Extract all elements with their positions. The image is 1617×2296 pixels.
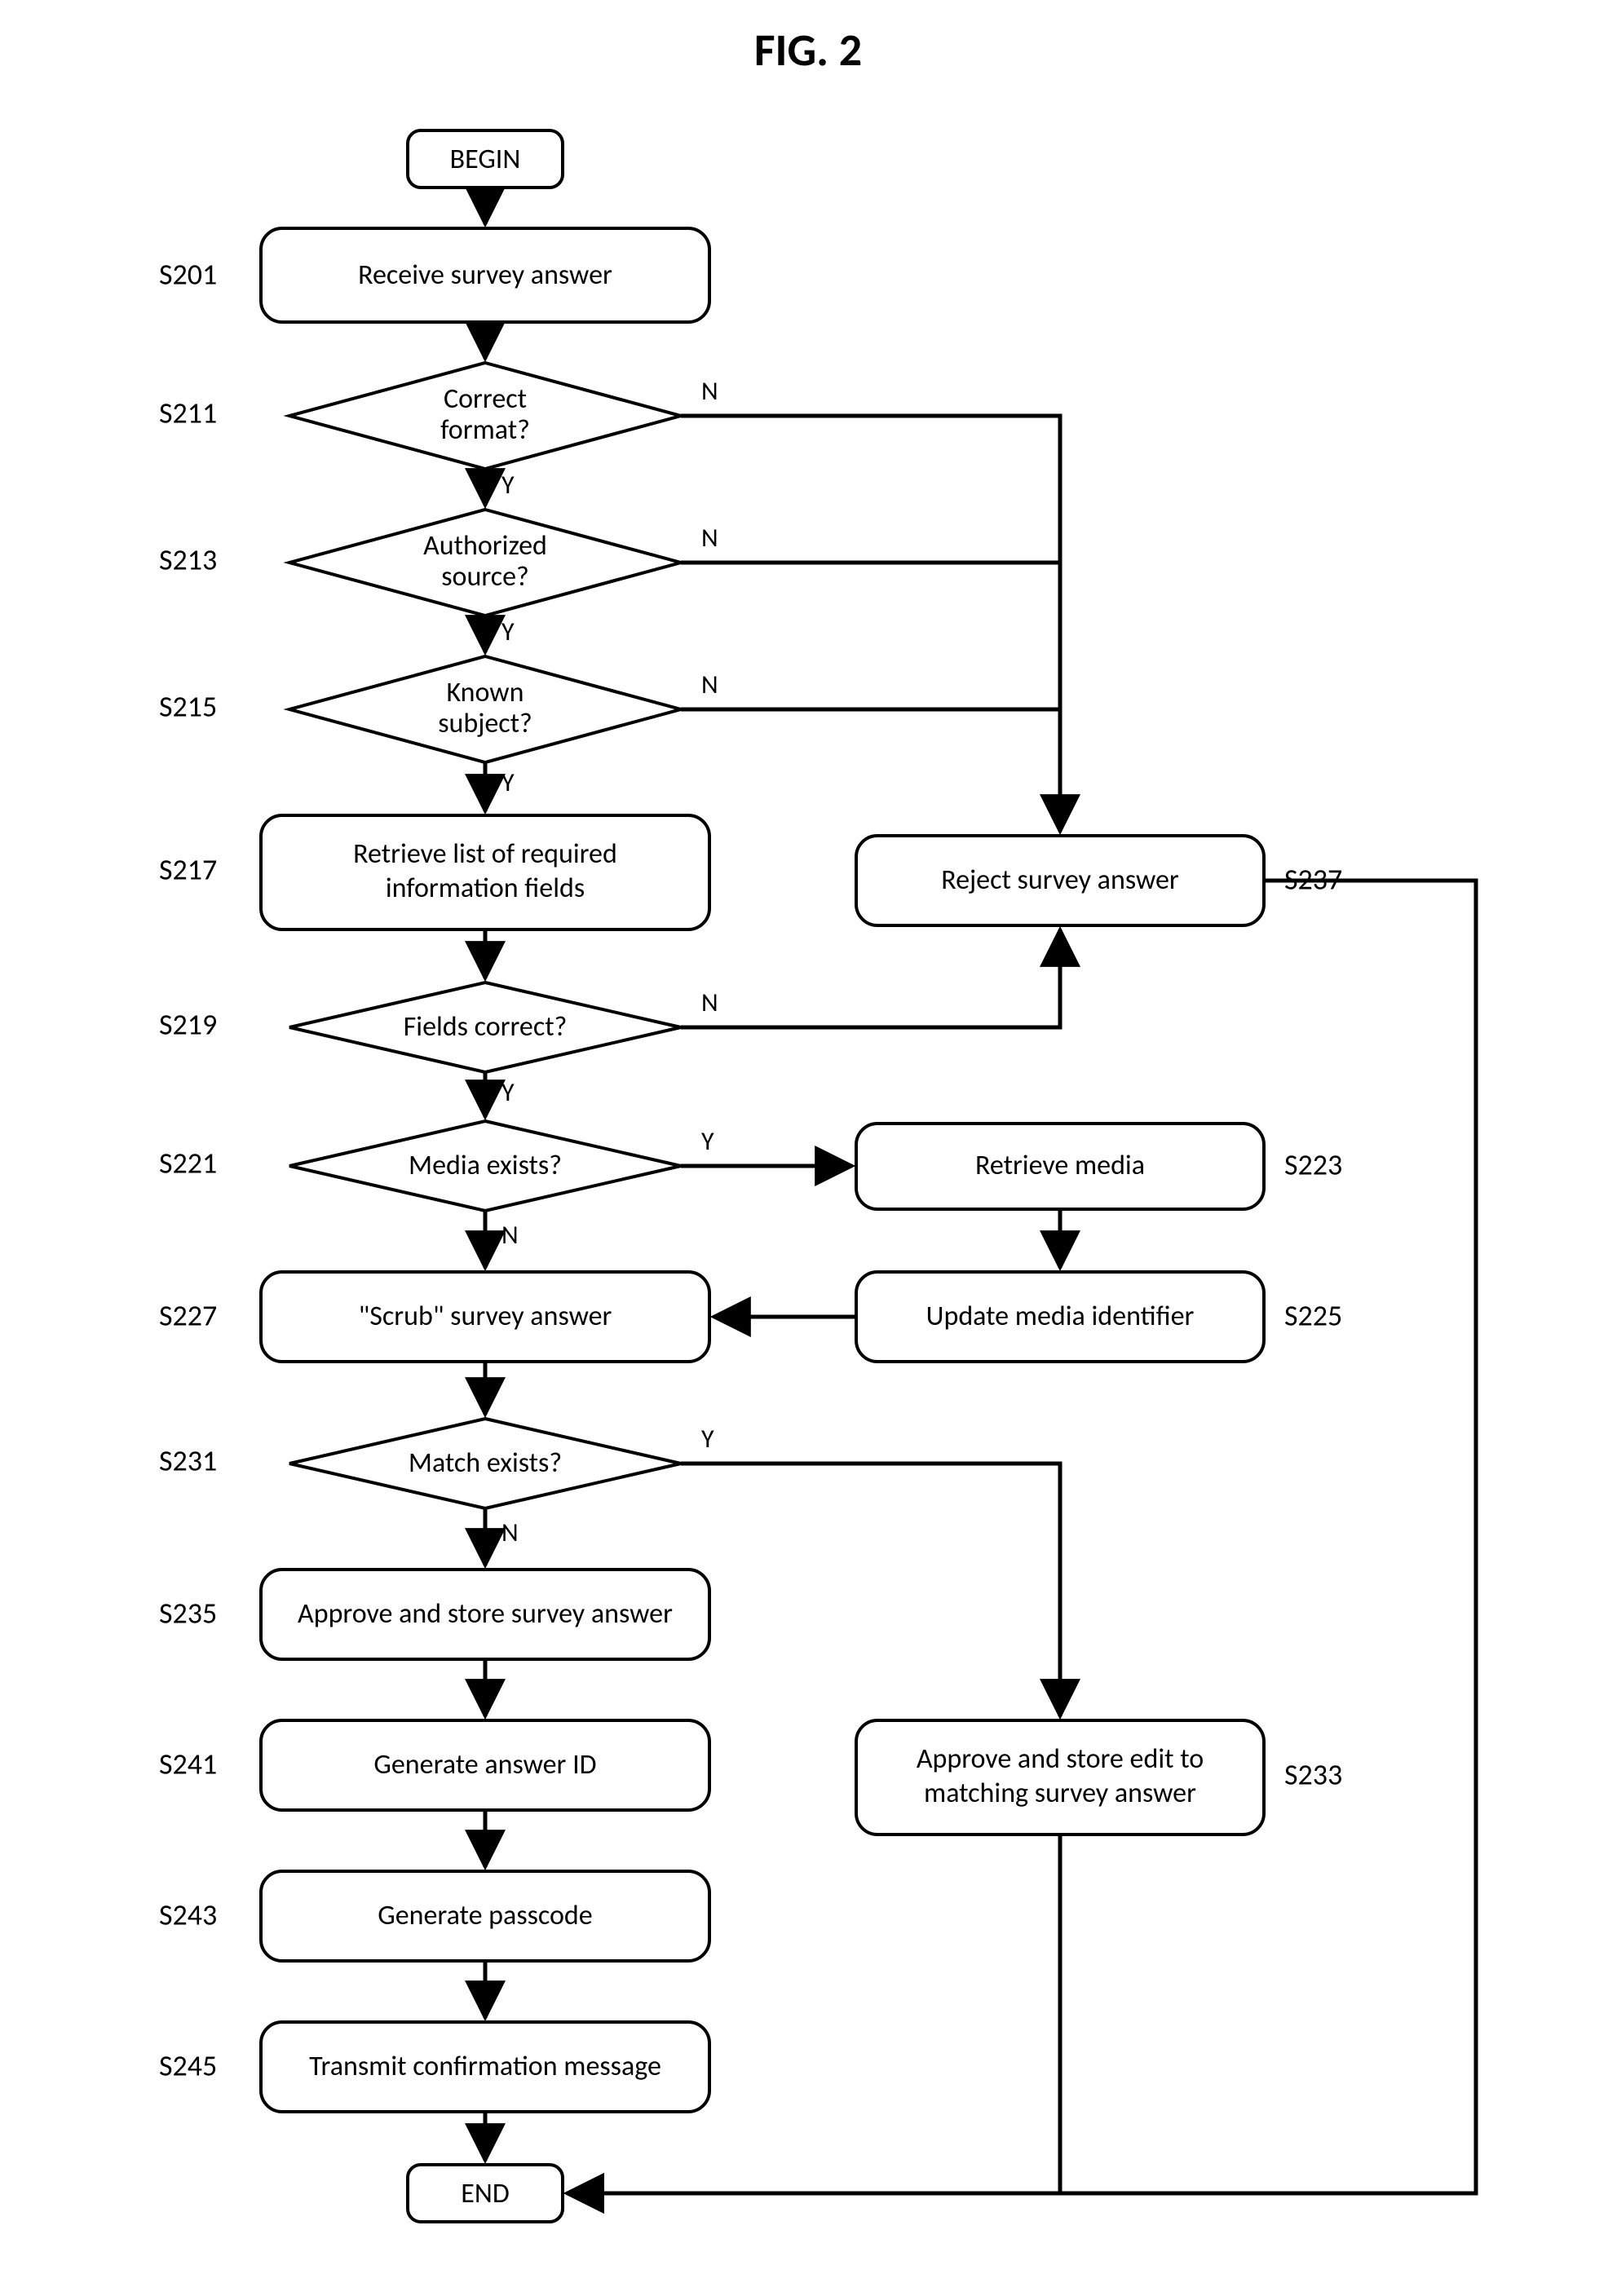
edge-s237-end (567, 881, 1476, 2193)
label-n: N (701, 375, 718, 407)
code-s235: S235 (159, 1596, 217, 1631)
edge-s231-s233 (681, 1464, 1060, 1716)
label-y: Y (501, 469, 515, 501)
node-s223: Retrieve media (856, 1124, 1264, 1209)
node-s215: Known subject? (289, 656, 681, 762)
node-s225: Update media identifier (856, 1272, 1264, 1362)
code-s219: S219 (159, 1007, 217, 1043)
label-n: N (701, 669, 718, 700)
node-s201: Receive survey answer (261, 228, 709, 322)
code-s231: S231 (159, 1443, 217, 1479)
node-s243: Generate passcode (261, 1871, 709, 1961)
svg-text:Authorized: Authorized (423, 529, 547, 563)
node-begin: BEGIN (408, 130, 563, 188)
edge-s211-s237 (681, 416, 1060, 832)
flowchart: FIG. 2 BEGIN Receive survey answer S201 … (0, 0, 1617, 2296)
node-end: END (408, 2165, 563, 2222)
node-s237: Reject survey answer (856, 836, 1264, 925)
label-y: Y (501, 766, 515, 798)
svg-text:Approve and store edit to: Approve and store edit to (917, 1742, 1204, 1776)
svg-text:Update media identifier: Update media identifier (926, 1300, 1195, 1333)
svg-text:BEGIN: BEGIN (450, 143, 521, 176)
node-s231: Match exists? (289, 1419, 681, 1508)
label-y: Y (701, 1125, 714, 1157)
svg-text:Generate passcode: Generate passcode (378, 1899, 592, 1932)
code-s213: S213 (159, 542, 217, 578)
code-s201: S201 (159, 257, 217, 293)
node-s235: Approve and store survey answer (261, 1570, 709, 1659)
label-n: N (701, 987, 718, 1018)
code-s223: S223 (1284, 1147, 1342, 1183)
label-n: N (501, 1219, 519, 1251)
node-s211: Correct format? (289, 363, 681, 469)
svg-text:END: END (461, 2177, 509, 2210)
svg-text:information fields: information fields (386, 872, 585, 905)
figure-title: FIG. 2 (754, 23, 862, 78)
node-s227: "Scrub" survey answer (261, 1272, 709, 1362)
svg-text:Fields correct?: Fields correct? (404, 1010, 568, 1044)
label-y: Y (501, 1076, 515, 1108)
node-s219: Fields correct? (289, 982, 681, 1072)
svg-text:subject?: subject? (438, 707, 532, 740)
svg-text:"Scrub" survey answer: "Scrub" survey answer (359, 1300, 612, 1333)
code-s227: S227 (159, 1298, 217, 1334)
code-s215: S215 (159, 689, 217, 725)
svg-text:Match exists?: Match exists? (409, 1446, 562, 1480)
code-s243: S243 (159, 1897, 217, 1933)
node-s221: Media exists? (289, 1121, 681, 1211)
svg-text:Retrieve list of required: Retrieve list of required (353, 837, 617, 871)
svg-text:Retrieve media: Retrieve media (975, 1149, 1145, 1182)
code-s217: S217 (159, 852, 217, 888)
svg-text:Correct: Correct (444, 382, 527, 416)
svg-text:Reject survey answer: Reject survey answer (941, 863, 1179, 897)
code-s211: S211 (159, 395, 217, 431)
label-n: N (701, 522, 718, 554)
svg-text:matching survey answer: matching survey answer (924, 1777, 1196, 1810)
svg-text:Approve and store survey answe: Approve and store survey answer (298, 1597, 673, 1631)
edge-s219-s237 (681, 929, 1060, 1027)
code-s225: S225 (1284, 1298, 1342, 1334)
svg-text:Generate answer ID: Generate answer ID (373, 1748, 596, 1782)
svg-text:source?: source? (441, 560, 529, 594)
node-s217: Retrieve list of required information fi… (261, 815, 709, 929)
node-s213: Authorized source? (289, 510, 681, 616)
code-s221: S221 (159, 1146, 217, 1181)
svg-text:Receive survey answer: Receive survey answer (358, 258, 612, 292)
label-n: N (501, 1517, 519, 1548)
node-s233: Approve and store edit to matching surve… (856, 1720, 1264, 1835)
code-s245: S245 (159, 2048, 217, 2084)
node-s245: Transmit confirmation message (261, 2022, 709, 2112)
code-s241: S241 (159, 1746, 217, 1782)
node-s241: Generate answer ID (261, 1720, 709, 1810)
label-y: Y (501, 616, 515, 647)
svg-text:format?: format? (440, 413, 530, 447)
code-s233: S233 (1284, 1757, 1342, 1793)
svg-text:Known: Known (447, 676, 524, 709)
svg-text:Media exists?: Media exists? (409, 1149, 562, 1182)
label-y: Y (701, 1423, 714, 1455)
svg-text:Transmit confirmation message: Transmit confirmation message (309, 2050, 661, 2083)
